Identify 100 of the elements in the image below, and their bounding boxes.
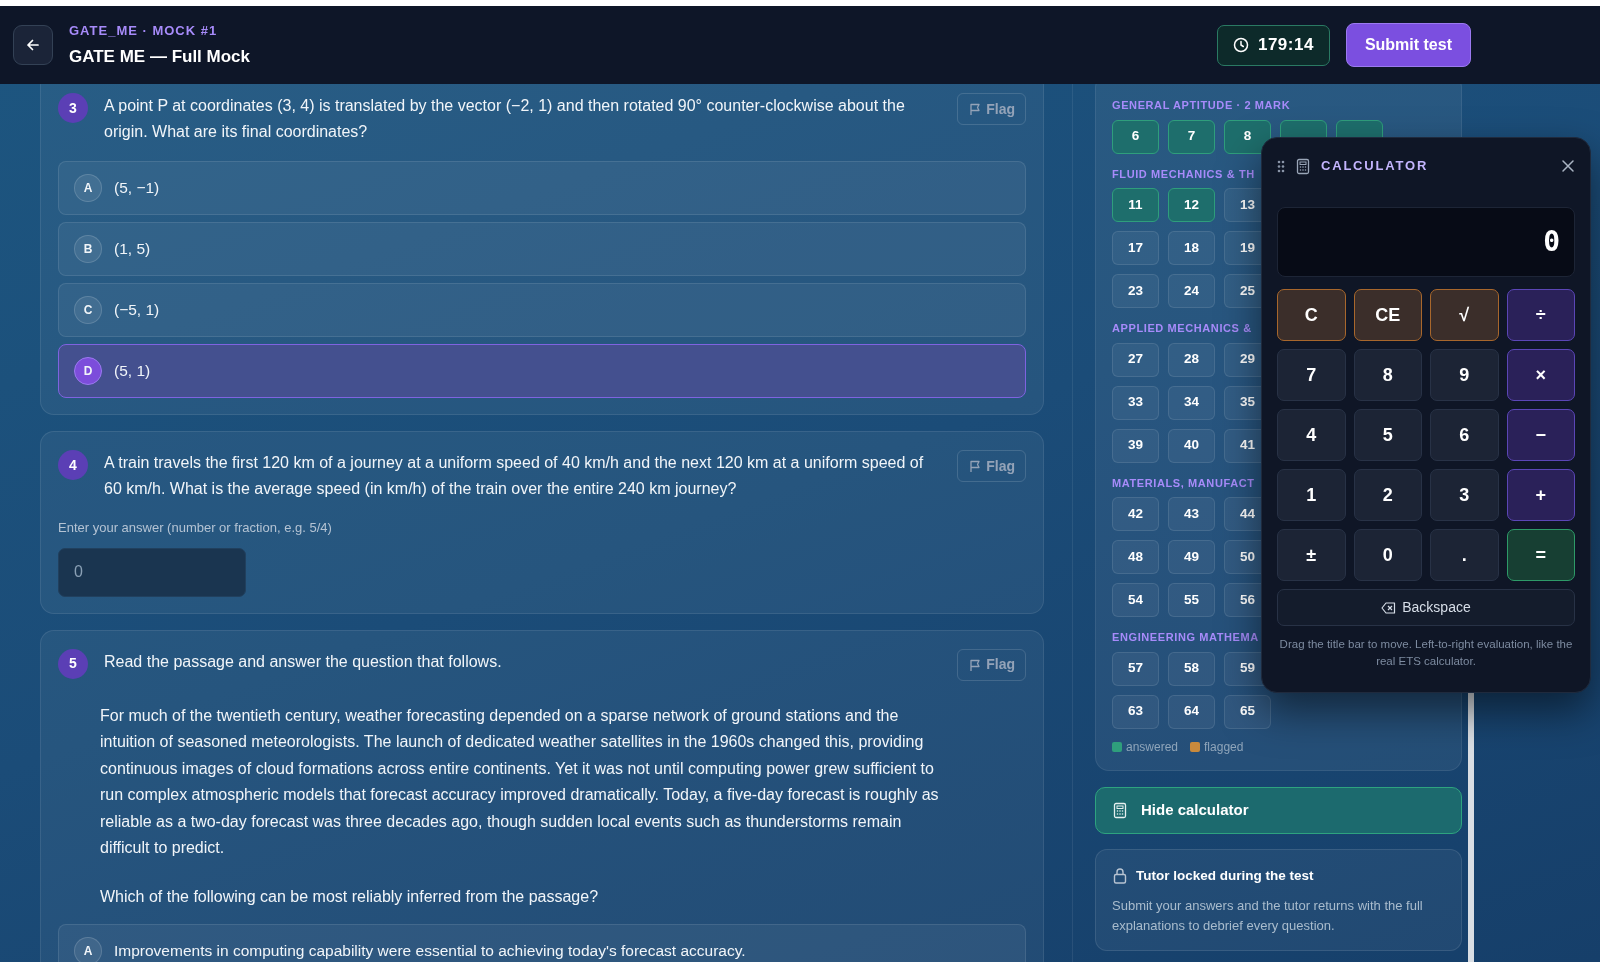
calculator-key[interactable]: ± <box>1277 529 1346 581</box>
calculator-key[interactable]: CE <box>1353 289 1422 341</box>
tutor-message: Submit your answers and the tutor returns with the full explanations to debrief every question. <box>1112 896 1424 935</box>
section-title: FLUID MECHANICS & TH <box>1112 166 1255 182</box>
passage-text: For much of the twentieth century, weather forecasting depended on a sparse network of ground stations and the intuition of seasoned meteorologists. The launch of dedicated weather satellites in the 1960s changed this, providing continuous images of cloud formations across entire continents. Yet it was not until computing power grew sufficient to run complex atmospheric models that forecast accuracy improved dramatically. Today, a five-day forecast is roughly as reliable as a two-day forecast was three decades ago, though sudden local events such as thunderstorms remain difficult to predict. <box>100 705 940 858</box>
calculator-key[interactable]: 2 <box>1353 469 1422 521</box>
question-text: A point P at coordinates (3, 4) is translated by the vector (−2, 1) and then rotated 90° counter-clockwise about the origin. What are its final coordinates? <box>104 96 906 142</box>
section-title: ENGINEERING MATHEMA <box>1112 630 1259 645</box>
question-text: Which of the following can be most reliably inferred from the passage? <box>100 886 600 907</box>
flag-icon <box>968 459 982 473</box>
option-letter: D <box>74 357 102 385</box>
back-arrow-icon <box>25 37 41 53</box>
question-palette-item[interactable]: 39 <box>1112 428 1159 463</box>
question-palette-item[interactable]: 11 <box>1112 188 1159 222</box>
exam-code: GATE_ME · MOCK #1 <box>69 21 219 40</box>
answer-option[interactable]: A (5, −1) <box>58 161 1026 215</box>
backspace-icon <box>1381 600 1397 615</box>
question-palette-item[interactable]: 6 <box>1112 119 1159 154</box>
answer-option[interactable]: A Improvements in computing capability were essential to achieving today's forecast accuracy. <box>58 924 1026 962</box>
section-title: GENERAL APTITUDE · 2 MARK <box>1112 98 1291 113</box>
question-text: Read the passage and answer the question that follows. <box>104 651 503 672</box>
option-text: (−5, 1) <box>114 300 160 321</box>
option-text: (1, 5) <box>114 239 151 260</box>
calculator-icon <box>1112 801 1128 819</box>
legend-label: answered <box>1126 738 1179 756</box>
question-palette-item[interactable]: 57 <box>1112 651 1159 686</box>
question-palette-item[interactable]: 65 <box>1224 694 1271 729</box>
back-button[interactable] <box>13 25 53 65</box>
option-text: (5, 1) <box>114 361 151 382</box>
calculator-note: Drag the title bar to move. Left-to-right evaluation, like the real ETS calculator. <box>1278 637 1574 669</box>
calculator-key[interactable]: + <box>1506 469 1575 521</box>
clock-icon <box>1232 37 1249 53</box>
question-palette-item[interactable]: 17 <box>1112 231 1159 265</box>
calculator-key[interactable]: √ <box>1430 289 1499 341</box>
answer-option[interactable]: B (1, 5) <box>58 222 1026 276</box>
question-palette-item[interactable]: 54 <box>1112 583 1159 617</box>
calculator-key[interactable]: − <box>1506 409 1575 461</box>
section-title: MATERIALS, MANUFACT <box>1112 475 1255 491</box>
calculator-key[interactable]: = <box>1506 529 1575 581</box>
option-text: Improvements in computing capability were essential to achieving today's forecast accuracy. <box>114 941 746 962</box>
question-palette-item[interactable]: 49 <box>1168 540 1215 574</box>
calculator-key[interactable]: 7 <box>1277 349 1346 401</box>
question-palette-item[interactable]: 58 <box>1168 651 1215 686</box>
question-palette-item[interactable]: 33 <box>1112 385 1159 420</box>
calculator-key[interactable]: 3 <box>1430 469 1499 521</box>
calculator-key[interactable]: ÷ <box>1506 289 1575 341</box>
option-letter: C <box>74 296 102 324</box>
submit-button[interactable]: Submit test <box>1345 23 1471 67</box>
flag-icon <box>968 102 982 116</box>
legend-label: flagged <box>1204 738 1244 756</box>
exam-title: GATE ME — Full Mock <box>69 46 251 68</box>
option-text: (5, −1) <box>114 178 160 199</box>
calculator-key[interactable]: 1 <box>1277 469 1346 521</box>
calculator-key[interactable]: × <box>1506 349 1575 401</box>
question-text: A train travels the first 120 km of a journey at a uniform speed of 40 km/h and the next 120 km at a uniform speed of 60 km/h. What is the average speed (in km/h) of the train over the entire 240 km journey? <box>104 453 925 499</box>
question-number: 5 <box>58 648 88 679</box>
question-palette-item[interactable]: 40 <box>1168 428 1215 463</box>
answer-option[interactable]: D (5, 1) <box>58 344 1026 398</box>
calculator-key[interactable]: 6 <box>1430 409 1499 461</box>
tutor-title: Tutor locked during the test <box>1136 866 1314 885</box>
timer-value: 179:14 <box>1257 34 1314 57</box>
question-palette-item[interactable]: 55 <box>1168 583 1215 617</box>
question-number: 3 <box>58 93 88 123</box>
question-palette-item[interactable]: 64 <box>1168 694 1215 729</box>
calculator-title: CALCULATOR <box>1321 157 1429 176</box>
question-palette-item[interactable]: 34 <box>1168 385 1215 420</box>
close-button[interactable] <box>1561 159 1575 173</box>
drag-handle-icon <box>1277 159 1285 173</box>
question-palette-item[interactable]: 43 <box>1168 497 1215 531</box>
question-palette-item[interactable]: 24 <box>1168 274 1215 308</box>
calculator-key[interactable]: C <box>1277 289 1346 341</box>
question-palette-item[interactable]: 63 <box>1112 694 1159 729</box>
calculator-key[interactable]: . <box>1430 529 1499 581</box>
calculator-key[interactable]: 4 <box>1277 409 1346 461</box>
calculator-key[interactable]: 9 <box>1430 349 1499 401</box>
question-palette-item[interactable]: 23 <box>1112 274 1159 308</box>
question-palette-item[interactable]: 27 <box>1112 342 1159 377</box>
close-icon <box>1561 159 1575 173</box>
backspace-button[interactable]: Backspace <box>1277 589 1575 626</box>
question-palette-item[interactable]: 42 <box>1112 497 1159 531</box>
calculator-key[interactable]: 8 <box>1353 349 1422 401</box>
option-letter: B <box>74 235 102 263</box>
answer-field[interactable]: 0 <box>58 547 246 597</box>
calculator-icon <box>1295 157 1311 175</box>
question-palette-item[interactable]: 8 <box>1224 119 1271 154</box>
option-letter: A <box>74 174 102 202</box>
question-palette-item[interactable]: 18 <box>1168 231 1215 265</box>
calculator-display: 0 <box>1277 207 1575 277</box>
question-palette-item[interactable]: 48 <box>1112 540 1159 574</box>
question-palette-item[interactable]: 12 <box>1168 188 1215 222</box>
calculator-key[interactable]: 5 <box>1353 409 1422 461</box>
question-palette-item[interactable]: 7 <box>1168 119 1215 154</box>
option-letter: A <box>74 937 102 962</box>
answer-option[interactable]: C (−5, 1) <box>58 283 1026 337</box>
flag-icon <box>968 657 982 672</box>
section-title: APPLIED MECHANICS & <box>1112 321 1252 336</box>
calculator-key[interactable]: 0 <box>1353 529 1422 581</box>
hide-calculator-button[interactable]: Hide calculator <box>1095 786 1462 834</box>
question-palette-item[interactable]: 28 <box>1168 342 1215 377</box>
lock-icon <box>1112 867 1128 885</box>
